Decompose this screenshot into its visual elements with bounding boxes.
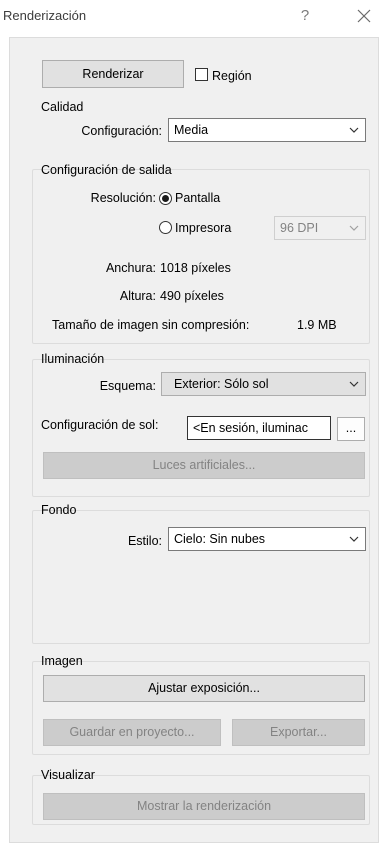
export-label: Exportar... [270, 725, 327, 739]
sun-settings-ellipsis-button[interactable]: ... [337, 417, 365, 441]
title-bar: Renderización ? [0, 0, 381, 34]
show-rendering-button[interactable]: Mostrar la renderización [43, 793, 365, 820]
size-label: Tamaño de imagen sin compresión: [52, 318, 250, 332]
adjust-exposure-label: Ajustar exposición... [148, 681, 260, 695]
close-icon [357, 9, 371, 23]
radio-selected-dot [162, 195, 169, 202]
chevron-down-icon [349, 381, 359, 387]
height-value: 490 píxeles [160, 289, 224, 303]
quality-config-select[interactable]: Media [168, 118, 366, 142]
show-rendering-label: Mostrar la renderización [136, 799, 272, 813]
height-label: Altura: [119, 289, 156, 303]
sun-settings-label: Configuración de sol: [41, 418, 159, 432]
region-checkbox[interactable] [195, 68, 208, 81]
resolution-printer-label: Impresora [175, 221, 232, 235]
background-style-select[interactable]: Cielo: Sin nubes [168, 527, 366, 551]
quality-config-label: Configuración: [81, 124, 162, 138]
width-value: 1018 píxeles [160, 261, 231, 275]
dpi-select[interactable]: 96 DPI [274, 216, 366, 240]
display-group-title: Visualizar [41, 768, 95, 782]
chevron-down-icon [349, 127, 359, 133]
size-value: 1.9 MB [297, 318, 337, 332]
quality-config-value: Media [174, 123, 209, 137]
image-group-title: Imagen [41, 654, 83, 668]
resolution-screen-radio[interactable] [159, 192, 172, 205]
render-panel: Renderizar Región Calidad Configuración:… [9, 37, 379, 843]
region-label: Región [212, 69, 252, 83]
render-button-label: Renderizar [82, 67, 144, 81]
adjust-exposure-button[interactable]: Ajustar exposición... [43, 675, 365, 702]
save-to-project-label: Guardar en proyecto... [69, 725, 195, 739]
background-group-title: Fondo [41, 503, 77, 517]
background-style-label: Estilo: [127, 534, 162, 548]
output-group-title: Configuración de salida [41, 163, 172, 177]
width-label: Anchura: [105, 261, 156, 275]
export-button[interactable]: Exportar... [232, 719, 365, 746]
resolution-screen-label: Pantalla [175, 191, 221, 205]
resolution-label: Resolución: [90, 191, 156, 205]
chevron-down-icon [349, 536, 359, 542]
ellipsis-label: ... [345, 421, 357, 435]
resolution-printer-radio[interactable] [159, 221, 172, 234]
help-button[interactable]: ? [294, 5, 316, 27]
scheme-label: Esquema: [99, 379, 156, 393]
sun-settings-field: <En sesión, iluminac [187, 416, 331, 440]
close-button[interactable] [351, 5, 377, 27]
render-button[interactable]: Renderizar [42, 60, 184, 88]
sun-settings-value: <En sesión, iluminac [193, 421, 308, 435]
scheme-value: Exterior: Sólo sol [174, 377, 269, 391]
quality-group-title: Calidad [41, 100, 84, 114]
dpi-value: 96 DPI [280, 221, 319, 235]
chevron-down-icon [349, 225, 359, 231]
artificial-lights-label: Luces artificiales... [152, 458, 256, 472]
scheme-select[interactable]: Exterior: Sólo sol [161, 372, 366, 396]
window-title: Renderización [3, 8, 87, 23]
lighting-group-title: Iluminación [41, 352, 105, 366]
save-to-project-button[interactable]: Guardar en proyecto... [43, 719, 221, 746]
artificial-lights-button[interactable]: Luces artificiales... [43, 452, 365, 479]
background-style-value: Cielo: Sin nubes [174, 532, 266, 546]
